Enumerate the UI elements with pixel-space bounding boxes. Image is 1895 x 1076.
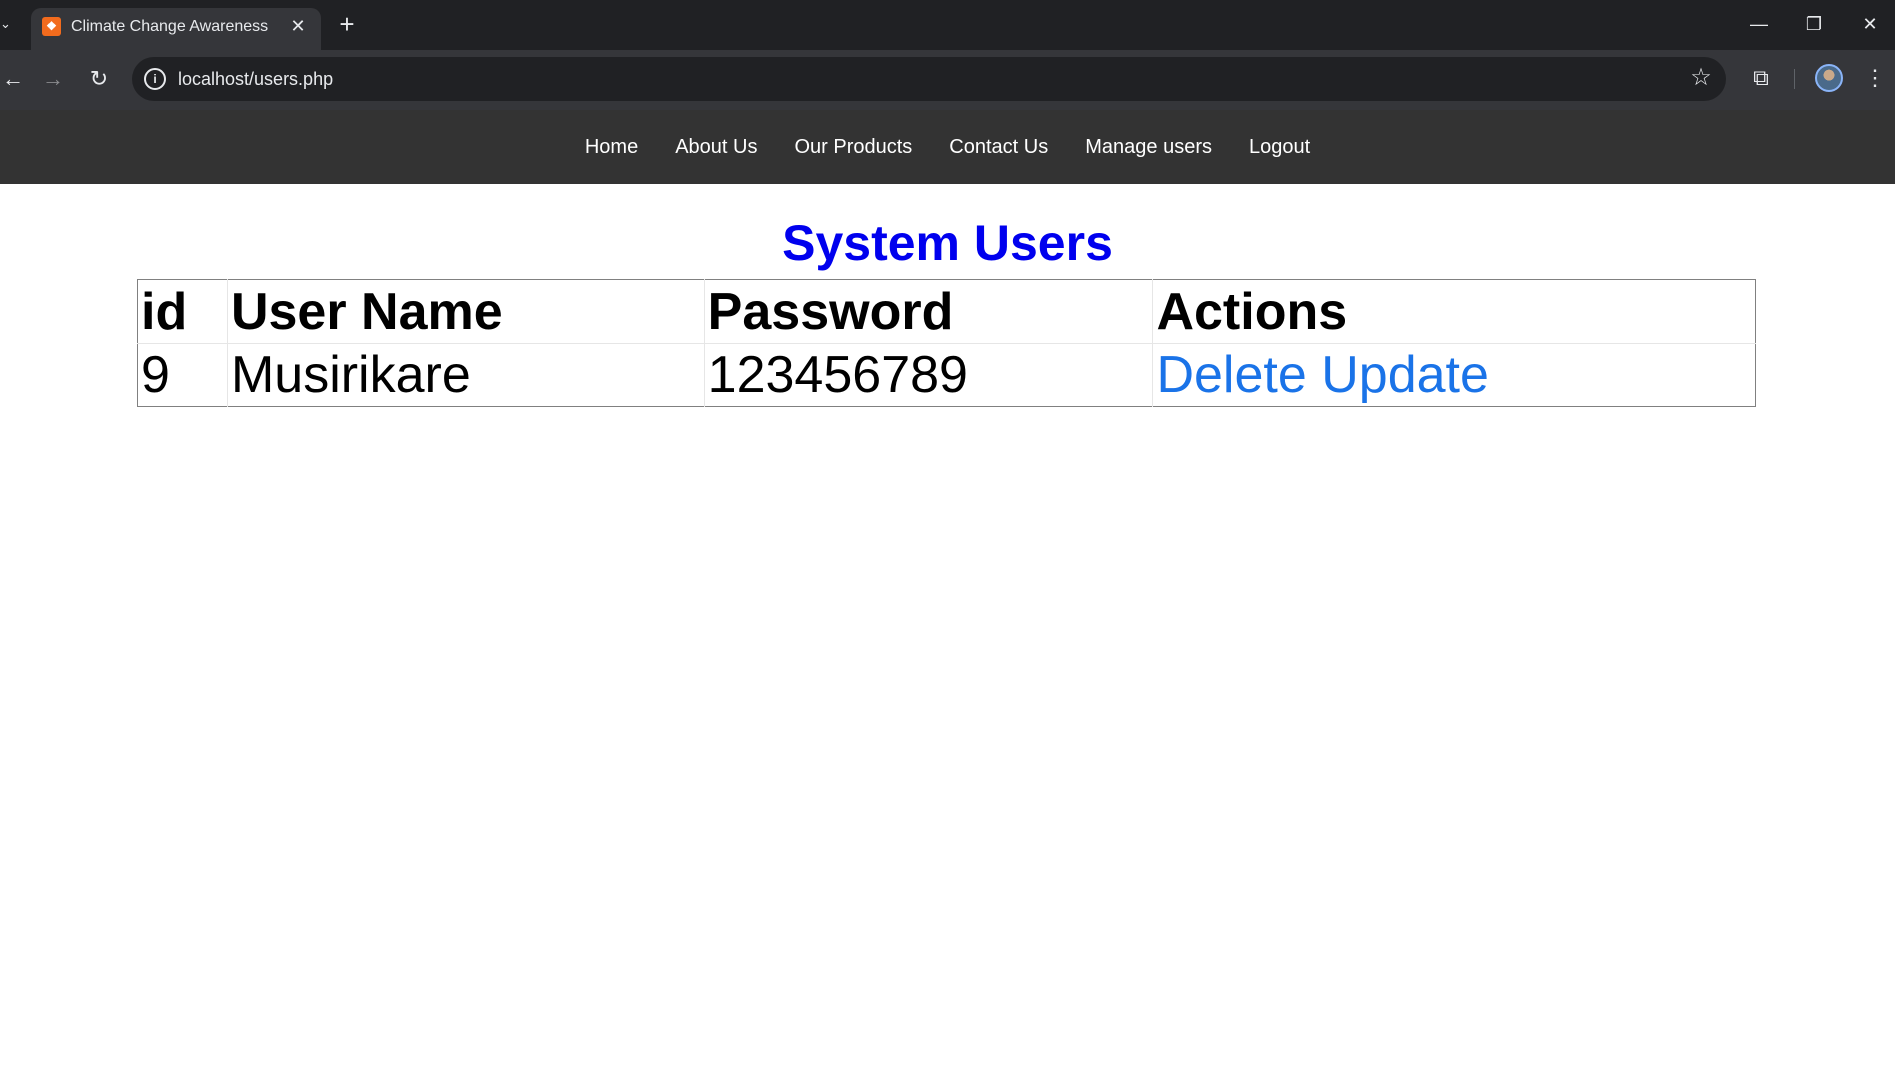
window-close-icon[interactable]: ✕ [1858,12,1882,36]
restore-icon[interactable]: ❐ [1802,12,1826,36]
url-text[interactable]: localhost/users.php [178,67,333,91]
browser-tab-active[interactable]: ❖ Climate Change Awareness Can ✕ [31,8,321,50]
column-header-id: id [137,279,228,344]
cell-user-name: Musirikare [226,343,705,407]
column-header-user-name: User Name [226,279,705,344]
cell-id: 9 [141,346,170,404]
toolbar-divider [1794,69,1795,89]
browser-tab-strip: ⌄ ❖ Climate Change Awareness Can ✕ + — ❐… [0,0,1895,50]
puzzle-icon[interactable]: ⧉ [1746,63,1776,93]
xampp-icon: ❖ [42,17,61,36]
delete-link[interactable]: Delete [1156,346,1306,404]
nav-manage-users[interactable]: Manage users [1067,127,1231,167]
nav-home[interactable]: Home [566,127,656,167]
nav-menu: Home About Us Our Products Contact Us Ma… [566,127,1328,167]
table-header-row: id User Name Password Actions [137,279,1756,344]
address-bar[interactable]: i localhost/users.php ☆ [132,57,1726,101]
update-link[interactable]: Update [1321,346,1489,404]
page-title: System Users [782,215,1113,271]
plus-icon[interactable]: + [334,11,360,38]
cell-actions: Delete Update [1152,343,1756,407]
nav-logout[interactable]: Logout [1230,127,1328,167]
nav-about-us[interactable]: About Us [657,127,776,167]
minimize-icon[interactable]: — [1747,12,1771,36]
info-icon[interactable]: i [144,68,166,90]
users-table: id User Name Password Actions 9 Musirika… [137,279,1756,407]
cell-password: 123456789 [703,343,1153,407]
tab-title: Climate Change Awareness Can [71,18,273,35]
site-navbar: Home About Us Our Products Contact Us Ma… [0,110,1895,184]
column-header-actions: Actions [1152,279,1756,344]
arrow-right-icon[interactable]: → [40,66,66,92]
table-row: 9 Musirikare 123456789 Delete Update [138,343,1756,407]
close-icon[interactable]: ✕ [287,15,309,37]
reload-icon[interactable]: ↻ [86,66,112,92]
star-icon[interactable]: ☆ [1688,65,1714,91]
column-header-password: Password [703,279,1153,344]
chevron-down-icon[interactable]: ⌄ [0,13,14,35]
avatar[interactable] [1815,64,1843,92]
nav-our-products[interactable]: Our Products [776,127,931,167]
kebab-menu-icon[interactable]: ⋮ [1860,63,1890,93]
browser-toolbar: ← → ↻ i localhost/users.php ☆ ⧉ ⋮ [0,50,1895,110]
arrow-left-icon[interactable]: ← [0,66,26,92]
nav-contact-us[interactable]: Contact Us [931,127,1067,167]
